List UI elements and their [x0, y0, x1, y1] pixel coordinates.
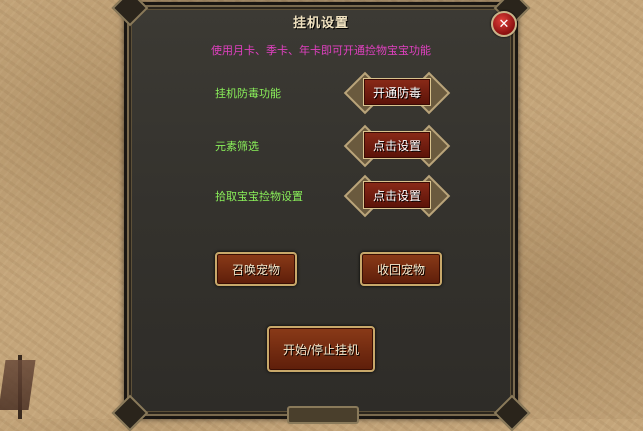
- recall-pet-button[interactable]: 收回宠物: [360, 252, 442, 286]
- element-filter-label: 元素筛选: [215, 140, 259, 153]
- element-filter-settings-button[interactable]: 点击设置: [343, 124, 451, 168]
- pet-pickup-label: 拾取宝宝捡物设置: [215, 190, 303, 203]
- anti-poison-label: 挂机防毒功能: [215, 87, 281, 100]
- pet-pickup-settings-button[interactable]: 点击设置: [343, 174, 451, 218]
- start-stop-auto-battle-button[interactable]: 开始/停止挂机: [267, 326, 375, 372]
- corner-ornament: [493, 394, 531, 431]
- close-button[interactable]: ✕: [491, 11, 517, 37]
- enable-anti-poison-label: 开通防毒: [363, 78, 431, 106]
- corner-ornament: [111, 394, 149, 431]
- title-bar: 挂机设置: [127, 5, 515, 35]
- element-filter-settings-label: 点击设置: [363, 131, 431, 159]
- enable-anti-poison-button[interactable]: 开通防毒: [343, 71, 451, 115]
- banner-flag: [0, 360, 36, 410]
- pet-pickup-settings-label: 点击设置: [363, 181, 431, 209]
- dialog-title: 挂机设置: [292, 16, 349, 31]
- summon-pet-button[interactable]: 召唤宠物: [215, 252, 297, 286]
- close-icon: ✕: [498, 16, 510, 32]
- auto-battle-settings-dialog: 挂机设置 ✕ 使用月卡、季卡、年卡即可开通捡物宝宝功能 挂机防毒功能 开通防毒 …: [111, 0, 531, 431]
- card-notice: 使用月卡、季卡、年卡即可开通捡物宝宝功能: [211, 44, 431, 57]
- bottom-ornament: [287, 406, 359, 424]
